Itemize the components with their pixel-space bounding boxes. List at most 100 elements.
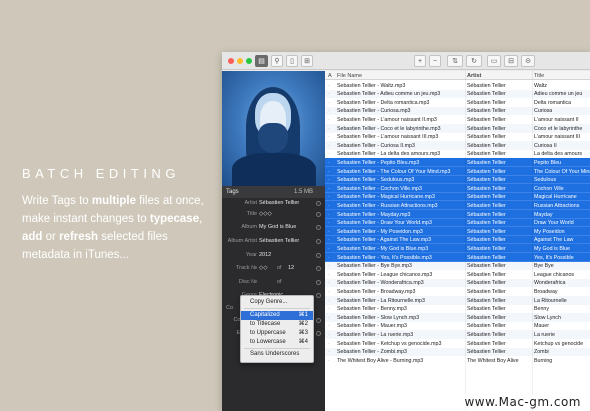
sort-button[interactable]: ⇅ [447, 55, 463, 67]
table-row[interactable]: · Sebastien Tellier - Cochon Ville.mp3 Séb… [325, 184, 590, 193]
field-toggle-icon[interactable] [316, 318, 321, 323]
table-row[interactable]: · Sebastien Tellier - La Ritournelle.mp3 S… [325, 296, 590, 305]
table-row[interactable]: · Sebastien Tellier - Yes, It's Possible.… [325, 253, 590, 262]
row-checkbox[interactable]: · [328, 280, 336, 286]
field-toggle-icon[interactable] [316, 201, 321, 206]
table-row[interactable]: · Sebastien Tellier - Delta romantica.mp3… [325, 98, 590, 107]
lookup-button[interactable]: ⚲ [271, 55, 283, 67]
field-toggle-icon[interactable] [316, 280, 321, 285]
row-checkbox[interactable]: · [328, 126, 336, 132]
table-row[interactable]: · Sebastien Tellier - Bye Bye.mp3 Sébastie… [325, 261, 590, 271]
row-checkbox[interactable]: · [328, 186, 336, 192]
menu-item-to-lowercase[interactable]: to Lowercase ⌘4 [241, 338, 313, 347]
menu-item-to-titlecase[interactable]: to Titlecase ⌘2 [241, 320, 313, 329]
table-row[interactable]: · Sebastien Tellier - Waltz.mp3 Sébastien … [325, 81, 590, 90]
row-checkbox[interactable]: · [328, 298, 336, 304]
table-row[interactable]: · Sebastien Tellier - Mauer.mp3 Sébastien … [325, 322, 590, 331]
table-row[interactable]: · Sebastien Tellier - My God is Blue.mp3 S… [325, 244, 590, 253]
table-row[interactable]: · Sebastien Tellier - Broadway.mp3 Sébasti… [325, 287, 590, 296]
table-row[interactable]: · Sebastien Tellier - Benny.mp3 Sébastien … [325, 305, 590, 314]
row-checkbox[interactable]: · [328, 246, 336, 252]
table-row[interactable]: · Sebastien Tellier - Slow Lynch.mp3 Sébas… [325, 313, 590, 322]
table-row[interactable]: · Sebastien Tellier - Curiosa.mp3 Sébastie… [325, 106, 590, 116]
row-checkbox[interactable]: · [328, 143, 336, 149]
add-button[interactable]: + [414, 55, 426, 67]
row-checkbox[interactable]: · [328, 306, 336, 312]
row-checkbox[interactable]: · [328, 203, 336, 209]
table-row[interactable]: · Sebastien Tellier - The Colour Of Your … [325, 167, 590, 176]
row-checkbox[interactable]: · [328, 358, 336, 364]
table-row[interactable]: · Sebastien Tellier - Adieu comme un jeu.… [325, 89, 590, 99]
row-checkbox[interactable]: · [328, 83, 336, 89]
refresh-button[interactable]: ↻ [466, 55, 482, 67]
table-row[interactable]: · Sebastien Tellier - Coco et le labyrint… [325, 124, 590, 133]
menu-item-sans-underscores[interactable]: Sans Underscores [241, 350, 313, 359]
tags-view-button[interactable]: ▤ [255, 55, 268, 67]
row-checkbox[interactable]: · [328, 237, 336, 243]
row-checkbox[interactable]: · [328, 117, 336, 123]
close-button[interactable] [228, 58, 234, 64]
row-checkbox[interactable]: · [328, 134, 336, 140]
table-row[interactable]: · Sebastien Tellier - Magical Hurricane.m… [325, 192, 590, 202]
table-row[interactable]: · Sebastien Tellier - Pepito Bleu.mp3 Séba… [325, 158, 590, 167]
row-checkbox[interactable]: · [328, 272, 336, 278]
table-row[interactable]: · Sebastien Tellier - Zombi.mp3 Sébastien … [325, 347, 590, 357]
field-toggle-icon[interactable] [316, 293, 321, 298]
table-row[interactable]: · Sebastien Tellier - Draw Your World.mp3… [325, 218, 590, 228]
row-checkbox[interactable]: · [328, 315, 336, 321]
menu-item-copy-genre[interactable]: Copy Genre... [241, 298, 313, 307]
of-value-input[interactable]: 12 [288, 265, 294, 271]
export-button[interactable]: ⊞ [301, 55, 313, 67]
row-checkbox[interactable]: · [328, 289, 336, 295]
minimize-button[interactable] [237, 58, 243, 64]
table-row[interactable]: · Sebastien Tellier - Sedulous.mp3 Sébasti… [325, 175, 590, 185]
tag-field-input[interactable]: 2012 [259, 252, 271, 258]
row-checkbox[interactable]: · [328, 323, 336, 329]
row-checkbox[interactable]: · [328, 255, 336, 261]
row-checkbox[interactable]: · [328, 349, 336, 355]
col-header-artist[interactable]: Artist [467, 73, 481, 79]
table-row[interactable]: · Sebastien Tellier - My Poseidon.mp3 Séba… [325, 227, 590, 236]
table-row[interactable]: · Sebastien Tellier - La ruerie.mp3 Sébast… [325, 330, 590, 339]
folder-button[interactable]: ▭ [487, 55, 501, 67]
tag-field-input[interactable]: Sébastien Tellier [259, 200, 299, 206]
col-header-file-name[interactable]: File Name [337, 73, 362, 79]
col-header-check[interactable]: A [328, 73, 332, 79]
col-header-title[interactable]: Title [534, 73, 544, 79]
menu-item-capitalized[interactable]: Capitalized ⌘1 [241, 311, 313, 320]
field-toggle-icon[interactable] [316, 253, 321, 258]
tag-field-input[interactable]: Sébastien Tellier [259, 238, 299, 244]
field-toggle-icon[interactable] [316, 212, 321, 217]
table-row[interactable]: · Sebastien Tellier - L'amour naissant II… [325, 115, 590, 124]
tag-field-input[interactable]: ◇◇◇ [259, 211, 272, 217]
row-checkbox[interactable]: · [328, 100, 336, 106]
remove-button[interactable]: − [429, 55, 441, 67]
row-checkbox[interactable]: · [328, 169, 336, 175]
tag-field-input[interactable]: ◇◇ [259, 265, 267, 271]
row-checkbox[interactable]: · [328, 341, 336, 347]
tag-field-input[interactable]: My God is Blue [259, 224, 296, 230]
row-checkbox[interactable]: · [328, 220, 336, 226]
field-toggle-icon[interactable] [316, 239, 321, 244]
table-row[interactable]: · Sebastien Tellier - La delta des amours… [325, 150, 590, 159]
file-table[interactable]: A File Name Artist Title · Sebastien Tell… [325, 71, 590, 411]
table-row[interactable]: · Sebastien Tellier - Curiosa II.mp3 Sébas… [325, 141, 590, 150]
table-row[interactable]: · The Whitest Boy Alive - Burning.mp3 The … [325, 356, 590, 365]
row-checkbox[interactable]: · [328, 177, 336, 183]
row-checkbox[interactable]: · [328, 194, 336, 200]
row-checkbox[interactable]: · [328, 151, 336, 157]
row-checkbox[interactable]: · [328, 229, 336, 235]
table-row[interactable]: · Sebastien Tellier - Russian Attractions… [325, 201, 590, 210]
field-toggle-icon[interactable] [316, 266, 321, 271]
table-row[interactable]: · Sebastien Tellier - Against The Law.mp3… [325, 235, 590, 245]
row-checkbox[interactable]: · [328, 212, 336, 218]
menu-item-to-uppercase[interactable]: to Uppercase ⌘3 [241, 329, 313, 338]
table-row[interactable]: · Sebastien Tellier - Mayday.mp3 Sébastien… [325, 210, 590, 219]
columns-button[interactable]: ⊟ [504, 55, 518, 67]
tags-section-header[interactable]: Tags 1.5 MB [222, 186, 325, 198]
album-artwork[interactable] [222, 71, 325, 186]
row-checkbox[interactable]: · [328, 160, 336, 166]
file-button[interactable]: ▯ [286, 55, 298, 67]
table-row[interactable]: · Sebastien Tellier - League chicanos.mp3… [325, 270, 590, 279]
row-checkbox[interactable]: · [328, 91, 336, 97]
